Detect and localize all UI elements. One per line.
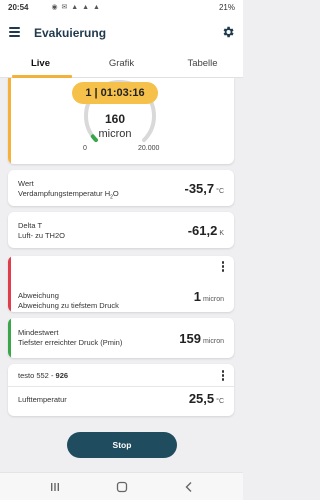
abweichung-description: Abweichung zu tiefstem Druck — [18, 301, 119, 310]
abweichung-unit: micron — [202, 296, 224, 303]
delta-label: Delta T — [18, 221, 43, 230]
recent-apps-icon[interactable] — [48, 480, 62, 494]
device-card: testo 552 - 926 Lufttemperatur 25,5 °C — [8, 364, 234, 416]
menu-icon[interactable] — [8, 25, 22, 39]
gauge-value: 160 — [104, 112, 126, 126]
mindestwert-value: 159 micron — [179, 331, 224, 346]
delta-card: Delta T Luft- zu TH2O -61,2 K — [8, 212, 234, 248]
wert-description: Verdampfungstemperatur H2O — [18, 189, 119, 203]
battery-level: 21% — [218, 3, 235, 12]
abweichung-number: 1 — [193, 289, 201, 304]
gauge-min-label: 0 — [83, 145, 87, 152]
abweichung-value: 1 micron — [194, 289, 224, 304]
wert-desc-prefix: Verdampfungstemperatur H — [18, 189, 111, 198]
stop-button[interactable]: Stop — [67, 432, 177, 458]
delta-value: -61,2 K — [188, 223, 224, 238]
wert-value: -35,7 °C — [185, 181, 225, 196]
notification-icons: ◉ ✉ ▲ ▲ ▲ — [22, 4, 101, 11]
status-bar: 20:54 ◉ ✉ ▲ ▲ ▲ 21% — [0, 0, 243, 16]
tab-bar: Live Grafik Tabelle — [0, 50, 243, 78]
lufttemperatur-label: Lufttemperatur — [18, 395, 67, 404]
wert-card: Wert Verdampfungstemperatur H2O -35,7 °C — [8, 170, 234, 206]
lufttemperatur-number: 25,5 — [188, 391, 215, 406]
tab-grafik[interactable]: Grafik — [81, 50, 162, 78]
back-icon[interactable] — [182, 480, 196, 494]
mindestwert-number: 159 — [179, 331, 201, 346]
mindestwert-card: Mindestwert Tiefster erreichter Druck (P… — [8, 318, 234, 358]
device-name: testo 552 - 926 — [18, 371, 68, 381]
system-nav-bar — [0, 472, 243, 500]
card-accent-bar — [8, 318, 11, 358]
lufttemperatur-value: 25,5 °C — [189, 391, 224, 406]
mindestwert-unit: micron — [202, 338, 224, 345]
page-title: Evakuierung — [34, 26, 107, 40]
card-accent-bar — [8, 78, 11, 164]
app-bar: Evakuierung — [0, 16, 243, 50]
mindestwert-label: Mindestwert — [18, 328, 59, 337]
gear-icon[interactable] — [221, 25, 235, 39]
more-options-icon[interactable] — [220, 369, 226, 383]
device-model: testo 552 — [18, 371, 49, 380]
timer-pill: 1 | 01:03:16 — [72, 82, 158, 104]
card-accent-bar — [8, 256, 11, 312]
delta-description: Luft- zu TH2O — [18, 231, 65, 240]
wert-unit: °C — [216, 188, 224, 195]
wert-label: Wert — [18, 179, 34, 188]
home-icon[interactable] — [115, 480, 129, 494]
abweichung-label: Abweichung — [18, 291, 59, 300]
divider — [8, 386, 234, 387]
more-options-icon[interactable] — [220, 260, 226, 274]
device-serial: 926 — [55, 371, 69, 380]
gauge-unit: micron — [98, 128, 132, 140]
device-separator: - — [48, 371, 56, 380]
tab-tabelle[interactable]: Tabelle — [162, 50, 243, 78]
tab-live[interactable]: Live — [0, 50, 81, 78]
wert-desc-suffix: O — [112, 189, 119, 198]
lufttemperatur-unit: °C — [216, 398, 224, 405]
abweichung-card: Abweichung Abweichung zu tiefstem Druck … — [8, 256, 234, 312]
delta-unit: K — [219, 230, 224, 237]
mindestwert-description: Tiefster erreichter Druck (Pmin) — [18, 338, 123, 347]
gauge-max-label: 20.000 — [138, 145, 160, 152]
delta-number: -61,2 — [187, 223, 218, 238]
wert-number: -35,7 — [184, 181, 215, 196]
